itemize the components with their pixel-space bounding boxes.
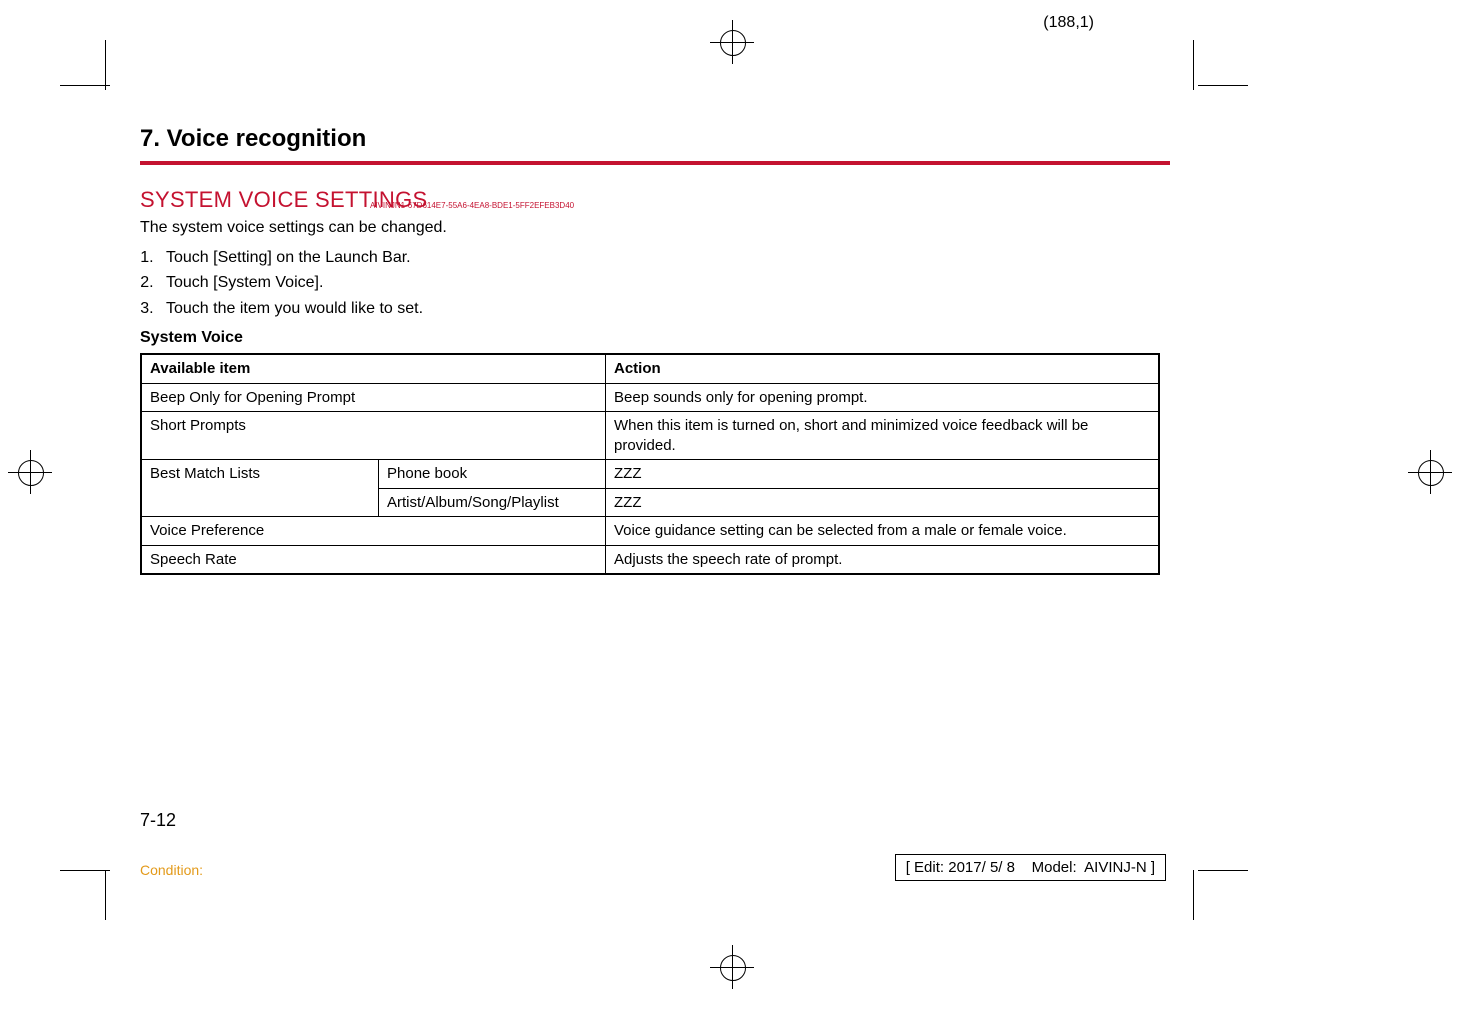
settings-table: Available item Action Beep Only for Open… — [140, 353, 1160, 575]
step-item: Touch [Setting] on the Launch Bar. — [158, 245, 1170, 271]
section-heading: SYSTEM VOICE SETTINGS AIVINJN1-67D614E7-… — [140, 187, 1170, 213]
table-cell: Beep Only for Opening Prompt — [141, 383, 606, 412]
table-cell: Artist/Album/Song/Playlist — [379, 488, 606, 517]
table-cell: Speech Rate — [141, 545, 606, 574]
crop-mark — [60, 870, 110, 871]
crop-mark — [105, 870, 106, 920]
step-item: Touch [System Voice]. — [158, 270, 1170, 296]
table-cell: Adjusts the speech rate of prompt. — [606, 545, 1160, 574]
crop-mark — [105, 40, 106, 90]
table-cell: Phone book — [379, 460, 606, 489]
table-cell: Best Match Lists — [141, 460, 379, 517]
table-row: Beep Only for Opening Prompt Beep sounds… — [141, 383, 1159, 412]
table-row: Speech Rate Adjusts the speech rate of p… — [141, 545, 1159, 574]
table-title: System Voice — [140, 329, 1170, 347]
content-area: 7. Voice recognition SYSTEM VOICE SETTIN… — [140, 125, 1170, 575]
edit-info-box: [ Edit: 2017/ 5/ 8 Model: AIVINJ-N ] — [895, 854, 1166, 881]
table-cell: ZZZ — [606, 488, 1160, 517]
step-item: Touch the item you would like to set. — [158, 296, 1170, 322]
divider — [140, 161, 1170, 165]
crop-mark — [1198, 85, 1248, 86]
crop-mark — [1193, 870, 1194, 920]
sheet-coordinate: (188,1) — [1043, 14, 1094, 32]
intro-text: The system voice settings can be changed… — [140, 217, 450, 239]
crop-mark — [1198, 870, 1248, 871]
table-cell: Short Prompts — [141, 412, 606, 460]
table-cell: Beep sounds only for opening prompt. — [606, 383, 1160, 412]
table-header-action: Action — [606, 354, 1160, 383]
table-header-item: Available item — [141, 354, 606, 383]
table-cell: Voice guidance setting can be selected f… — [606, 517, 1160, 546]
page: (188,1) 7. Voice recognition SYSTEM VOIC… — [0, 0, 1464, 1010]
crop-mark — [1193, 40, 1194, 90]
table-header-row: Available item Action — [141, 354, 1159, 383]
table-cell: When this item is turned on, short and m… — [606, 412, 1160, 460]
table-cell: ZZZ — [606, 460, 1160, 489]
table-row: Voice Preference Voice guidance setting … — [141, 517, 1159, 546]
page-number: 7-12 — [140, 810, 176, 831]
steps-list: Touch [Setting] on the Launch Bar. Touch… — [140, 245, 1170, 322]
table-cell: Voice Preference — [141, 517, 606, 546]
chapter-title: 7. Voice recognition — [140, 125, 1170, 153]
table-row: Best Match Lists Phone book ZZZ — [141, 460, 1159, 489]
condition-label: Condition: — [140, 862, 203, 878]
crop-mark — [60, 85, 110, 86]
section-uid: AIVINJN1-67D614E7-55A6-4EA8-BDE1-5FF2EFE… — [370, 201, 574, 210]
table-row: Short Prompts When this item is turned o… — [141, 412, 1159, 460]
